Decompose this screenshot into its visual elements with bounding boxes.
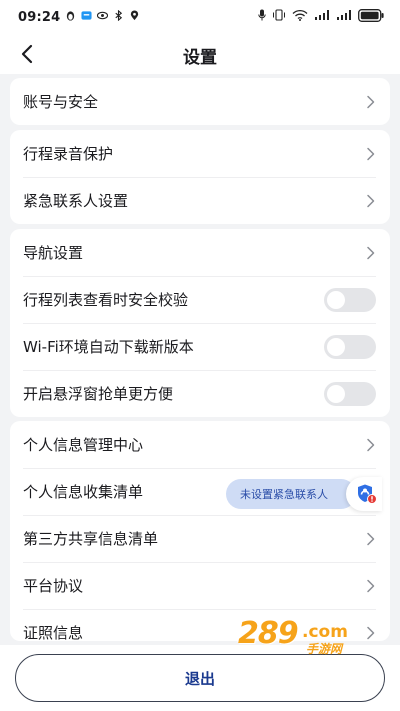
toggle-trip-list-security-check[interactable] [324,287,376,312]
row-label: 平台协议 [23,577,84,595]
chevron-right-icon [367,532,375,545]
chat-icon [81,10,92,25]
toggle-floating-window[interactable] [324,381,376,406]
chevron-right-icon [367,147,375,160]
emergency-contact-tip[interactable]: 未设置紧急联系人 [226,479,356,509]
page-title: 设置 [183,48,217,68]
eye-icon [97,10,109,25]
chevron-right-icon [367,438,375,451]
chevron-right-icon [367,579,375,592]
row-wifi-auto-download: Wi-Fi环境自动下载新版本 [10,323,390,370]
signal-icon [314,9,330,25]
toggle-knob [327,384,345,403]
status-time: 09:24 [18,9,61,25]
row-label: 开启悬浮窗抢单更方便 [23,385,174,403]
logout-button[interactable]: 退出 [15,654,385,702]
row-label: 紧急联系人设置 [23,192,129,210]
location-icon [129,9,140,25]
bottom-bar: 退出 [0,645,400,711]
settings-group-navigation: 导航设置 行程列表查看时安全校验 Wi-Fi环境自动下载新版本 开启悬浮窗抢单更… [10,229,390,417]
row-account-security[interactable]: 账号与安全 [10,78,390,125]
nav-bar: 设置 [0,34,400,74]
battery-icon [358,8,384,26]
row-label: 行程列表查看时安全校验 [23,291,189,309]
row-personal-info-center[interactable]: 个人信息管理中心 [10,421,390,468]
microphone-icon [258,9,266,25]
wifi-icon [292,9,308,25]
signal-icon-2 [336,9,352,25]
row-label: 个人信息收集清单 [23,483,144,501]
vibrate-icon [272,9,286,25]
chevron-right-icon [367,95,375,108]
penguin-icon [65,10,76,25]
chevron-right-icon [367,246,375,259]
toggle-knob [327,290,345,309]
row-platform-agreement[interactable]: 平台协议 [10,562,390,609]
row-label: Wi-Fi环境自动下载新版本 [23,338,194,356]
emergency-contact-badge[interactable] [346,477,382,511]
row-third-party-sharing[interactable]: 第三方共享信息清单 [10,515,390,562]
row-trip-recording[interactable]: 行程录音保护 [10,130,390,177]
row-license-info[interactable]: 证照信息 [10,609,390,641]
status-bar: 09:24 [0,0,400,34]
settings-group-account: 账号与安全 [10,78,390,125]
row-floating-window: 开启悬浮窗抢单更方便 [10,370,390,417]
chevron-right-icon [367,626,375,639]
row-label: 导航设置 [23,244,84,262]
row-navigation-settings[interactable]: 导航设置 [10,229,390,276]
toggle-wifi-auto-download[interactable] [324,334,376,359]
row-emergency-contact[interactable]: 紧急联系人设置 [10,177,390,224]
chevron-right-icon [367,194,375,207]
settings-group-privacy: 个人信息管理中心 个人信息收集清单 第三方共享信息清单 平台协议 证照信息 [10,421,390,641]
toggle-knob [327,337,345,356]
row-label: 证照信息 [23,624,84,641]
row-label: 第三方共享信息清单 [23,530,159,548]
shield-alert-icon [358,484,377,504]
row-label: 个人信息管理中心 [23,436,144,454]
settings-group-safety: 行程录音保护 紧急联系人设置 [10,130,390,224]
bluetooth-icon [113,9,124,25]
row-label: 账号与安全 [23,93,99,111]
row-label: 行程录音保护 [23,145,114,163]
row-trip-list-security-check: 行程列表查看时安全校验 [10,276,390,323]
